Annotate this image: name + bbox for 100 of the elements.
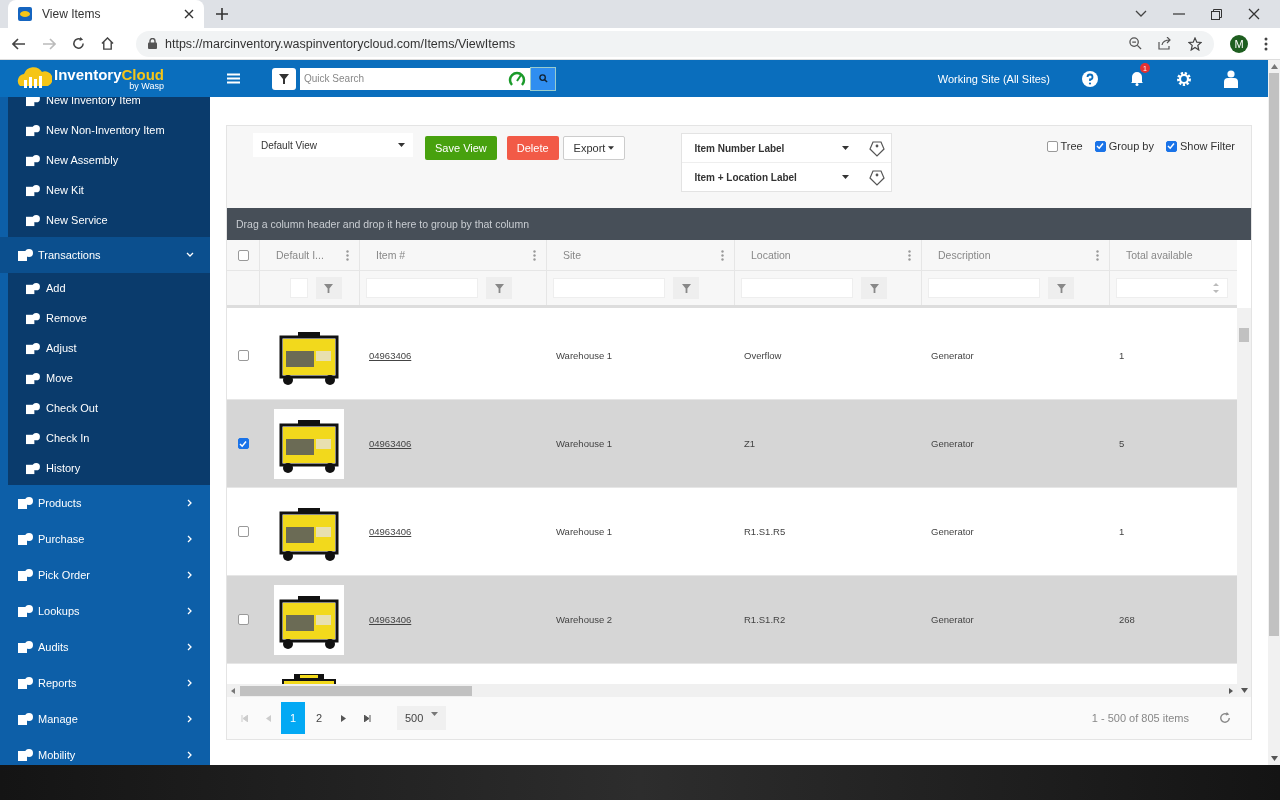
column-menu-icon[interactable] (721, 249, 724, 261)
sidebar-item[interactable]: Pick Order (0, 557, 210, 593)
tag-icon[interactable] (869, 168, 886, 186)
scroll-right-icon[interactable] (1228, 687, 1234, 694)
column-menu-icon[interactable] (1096, 249, 1099, 261)
address-field[interactable]: https://marcinventory.waspinventorycloud.com/Items/ViewItems (136, 30, 1214, 57)
sidebar-item[interactable]: Mobility (0, 737, 210, 765)
filter-button[interactable] (272, 67, 296, 90)
checkbox[interactable] (237, 249, 249, 261)
menu-icon[interactable] (227, 73, 240, 84)
item-number-link[interactable]: 04963406 (369, 614, 412, 625)
column-menu-icon[interactable] (346, 249, 349, 261)
row-checkbox[interactable] (237, 350, 249, 361)
checkbox[interactable] (1165, 140, 1177, 152)
column-header[interactable]: Default I... (276, 249, 324, 261)
column-menu-icon[interactable] (533, 249, 536, 261)
scroll-up-icon[interactable] (1270, 64, 1278, 69)
settings-icon[interactable] (1176, 70, 1192, 87)
logo-text: InventoryCloud (54, 66, 164, 82)
sidebar-subitem[interactable]: New Non-Inventory Item (8, 115, 210, 145)
back-icon[interactable] (12, 37, 26, 50)
restore-icon[interactable] (1211, 8, 1222, 20)
scrollbar-thumb[interactable] (240, 685, 472, 696)
row-checkbox[interactable] (237, 438, 249, 449)
scrollbar-thumb[interactable] (1239, 328, 1249, 342)
sidebar-subitem[interactable]: Add (8, 273, 210, 303)
profile-avatar[interactable]: M (1230, 34, 1248, 53)
sidebar-item[interactable]: Transactions (0, 237, 210, 273)
item-number-link[interactable]: 04963406 (369, 350, 412, 361)
item-number-link[interactable]: 04963406 (369, 438, 412, 449)
label-dropdown[interactable]: Item Number Label (682, 142, 860, 154)
sidebar-subitem[interactable]: New Assembly (8, 145, 210, 175)
column-menu-icon[interactable] (908, 249, 911, 261)
table-row[interactable]: 04963406 Warehouse 1 Z1 Generator 5 (227, 400, 1237, 488)
sidebar-subitem[interactable]: New Inventory Item (8, 97, 210, 115)
close-icon[interactable] (1248, 8, 1260, 20)
sidebar-item[interactable]: Purchase (0, 521, 210, 557)
box-icon (17, 748, 33, 762)
scroll-down-icon[interactable] (1240, 688, 1248, 693)
sidebar-subitem[interactable]: New Kit (8, 175, 210, 205)
sidebar-subitem[interactable]: Move (8, 363, 210, 393)
sidebar-item[interactable]: Audits (0, 629, 210, 665)
search-button[interactable] (530, 66, 556, 91)
sidebar-item[interactable]: Products (0, 485, 210, 521)
next-page-icon[interactable] (341, 714, 346, 722)
home-icon[interactable] (101, 37, 114, 50)
page-scrollbar[interactable] (1268, 60, 1280, 765)
pager-info: 1 - 500 of 805 items (1091, 712, 1189, 724)
reload-icon[interactable] (72, 37, 85, 50)
vertical-scrollbar[interactable] (1237, 308, 1251, 697)
share-icon[interactable] (1158, 37, 1172, 50)
zoom-out-icon[interactable] (1129, 37, 1142, 50)
close-icon[interactable] (184, 9, 194, 19)
caret-icon (431, 712, 439, 716)
search-field[interactable]: Quick Search (300, 67, 530, 90)
scroll-left-icon[interactable] (230, 687, 236, 694)
forward-icon[interactable] (42, 37, 56, 50)
working-site-link[interactable]: Working Site (All Sites) (937, 72, 1050, 85)
chevron-down-icon[interactable] (1135, 10, 1147, 18)
view-dropdown[interactable]: Default View (253, 133, 413, 157)
sidebar-subitem[interactable]: Check Out (8, 393, 210, 423)
star-icon[interactable] (1188, 36, 1202, 51)
browser-tab[interactable]: View Items (8, 0, 204, 28)
column-header[interactable]: Total available (1126, 249, 1193, 261)
box-icon (17, 532, 33, 546)
sidebar-item[interactable]: Lookups (0, 593, 210, 629)
help-icon[interactable] (1082, 70, 1098, 87)
refresh-icon[interactable] (1219, 712, 1231, 724)
tag-icon[interactable] (869, 139, 886, 157)
bell-icon[interactable] (1130, 71, 1144, 86)
sidebar-subitem[interactable]: History (8, 453, 210, 483)
horizontal-scrollbar[interactable] (227, 684, 1237, 697)
row-checkbox[interactable] (237, 614, 249, 625)
scroll-down-icon[interactable] (1270, 756, 1278, 761)
sidebar-item[interactable]: Reports (0, 665, 210, 701)
table-row[interactable]: 04963406 Warehouse 2 R1.S1.R2 Generator 268 (227, 576, 1237, 664)
user-icon[interactable] (1224, 69, 1238, 88)
page-button[interactable]: 2 (307, 702, 331, 734)
column-header[interactable]: Description (938, 249, 991, 261)
number-filter-field[interactable] (1116, 278, 1228, 298)
chevron-right-icon (186, 607, 194, 615)
checkbox[interactable] (1094, 140, 1106, 152)
export-button[interactable]: Export (562, 136, 626, 160)
label-dropdown[interactable]: Item + Location Label (682, 171, 860, 183)
last-page-icon[interactable] (364, 714, 371, 722)
more-icon[interactable] (1264, 36, 1268, 51)
sidebar-subitem[interactable]: Check In (8, 423, 210, 453)
sidebar-subitem[interactable]: New Service (8, 205, 210, 235)
column-header[interactable]: Item # (376, 249, 406, 261)
row-checkbox[interactable] (237, 526, 249, 537)
scrollbar-thumb[interactable] (1269, 73, 1279, 636)
sidebar-subitem[interactable]: Adjust (8, 333, 210, 363)
plus-icon[interactable] (216, 8, 228, 20)
page-size-dropdown[interactable]: 500 (397, 706, 447, 730)
checkbox[interactable] (1046, 140, 1058, 152)
sidebar-item[interactable]: Manage (0, 701, 210, 737)
sidebar-subitem[interactable]: Remove (8, 303, 210, 333)
item-number-link[interactable]: 04963406 (369, 526, 412, 537)
column-header[interactable]: Location (751, 249, 791, 261)
box-icon (25, 461, 40, 475)
